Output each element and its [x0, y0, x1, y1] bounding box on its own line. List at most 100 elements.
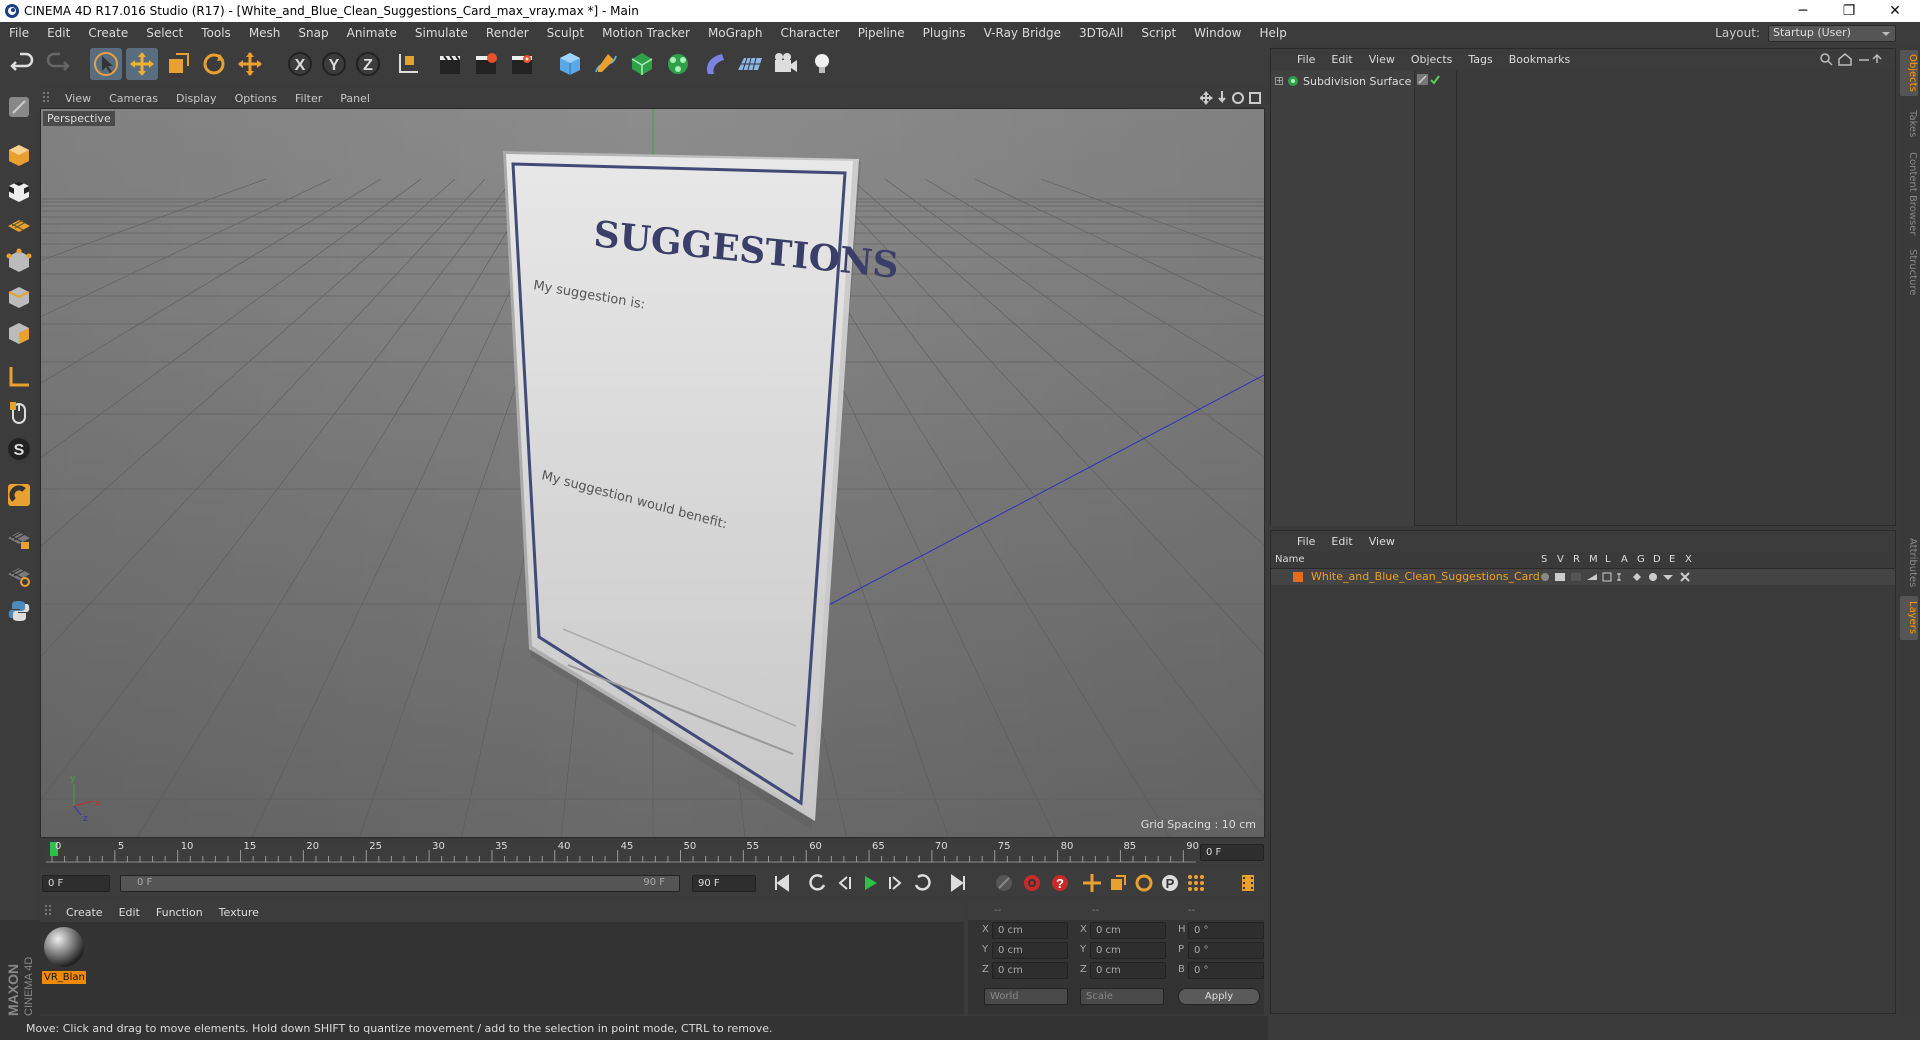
- menu-3dtoall[interactable]: 3DToAll: [1070, 26, 1132, 40]
- menu-animate[interactable]: Animate: [338, 26, 406, 40]
- menu-simulate[interactable]: Simulate: [406, 26, 477, 40]
- keyframe-selection-button[interactable]: ?: [1048, 872, 1072, 894]
- cloner-button[interactable]: [662, 48, 694, 80]
- floor-button[interactable]: [734, 48, 766, 80]
- viewport-menu-filter[interactable]: Filter: [286, 92, 331, 105]
- menu-select[interactable]: Select: [137, 26, 192, 40]
- menu-create[interactable]: Create: [79, 26, 137, 40]
- move-tool-button[interactable]: [126, 48, 158, 80]
- layer-col-e[interactable]: E: [1669, 554, 1675, 565]
- scale-tool-button[interactable]: [162, 48, 194, 80]
- rotate-tool-button[interactable]: [198, 48, 230, 80]
- end-frame-field[interactable]: 90 F: [692, 875, 756, 892]
- texture-mode-button[interactable]: [4, 176, 34, 206]
- menu-window[interactable]: Window: [1185, 26, 1250, 40]
- material-menu-edit[interactable]: Edit: [111, 906, 148, 919]
- menu-help[interactable]: Help: [1250, 26, 1295, 40]
- magnet-tool-button[interactable]: [4, 480, 34, 510]
- objects-menu-tags[interactable]: Tags: [1460, 53, 1500, 66]
- cube-object-button[interactable]: [554, 48, 586, 80]
- layers-menu-edit[interactable]: Edit: [1323, 535, 1360, 548]
- viewport-menu-options[interactable]: Options: [226, 92, 286, 105]
- camera-button[interactable]: [770, 48, 802, 80]
- objects-menu-view[interactable]: View: [1361, 53, 1403, 66]
- transform-tool-button[interactable]: [234, 48, 266, 80]
- side-tab-takes[interactable]: Takes: [1900, 104, 1918, 144]
- viewport-menu-panel[interactable]: Panel: [331, 92, 379, 105]
- objects-menu-edit[interactable]: Edit: [1323, 53, 1360, 66]
- menu-render[interactable]: Render: [477, 26, 538, 40]
- frame-range-slider[interactable]: 0 F 90 F: [120, 875, 680, 892]
- x-axis-lock-button[interactable]: X: [284, 48, 316, 80]
- perspective-viewport[interactable]: SUGGESTIONS My suggestion is: My suggest…: [40, 108, 1265, 838]
- layer-flag-icons[interactable]: [1541, 572, 1701, 582]
- material-menu-function[interactable]: Function: [148, 906, 211, 919]
- layer-col-v[interactable]: V: [1557, 554, 1564, 565]
- play-button[interactable]: [858, 872, 882, 894]
- live-selection-button[interactable]: [90, 48, 122, 80]
- object-visibility-icons[interactable]: [1417, 74, 1451, 86]
- y-axis-lock-button[interactable]: Y: [318, 48, 350, 80]
- python-button[interactable]: [4, 596, 34, 626]
- minimize-button[interactable]: ─: [1780, 0, 1826, 22]
- menu-character[interactable]: Character: [771, 26, 848, 40]
- start-frame-field[interactable]: 0 F: [42, 875, 110, 892]
- planar-workplane-button[interactable]: [4, 560, 34, 590]
- polygons-mode-button[interactable]: [4, 318, 34, 348]
- viewport-nav-icons[interactable]: [1200, 91, 1264, 105]
- z-axis-lock-button[interactable]: Z: [352, 48, 384, 80]
- menu-mesh[interactable]: Mesh: [240, 26, 290, 40]
- timeline-ruler[interactable]: 0 5 10 15 20 25 30 35 40 45 50 55 60 65 70 75 80 85 90 0 F: [46, 841, 1266, 864]
- viewport-scene[interactable]: SUGGESTIONS My suggestion is: My suggest…: [41, 109, 1265, 838]
- objects-menu-objects[interactable]: Objects: [1403, 53, 1461, 66]
- position-x-field[interactable]: 0 cm: [992, 922, 1068, 939]
- material-swatch[interactable]: VR_Blan: [42, 926, 86, 984]
- object-row-subdivision[interactable]: + Subdivision Surface: [1275, 73, 1411, 89]
- material-menu-create[interactable]: Create: [58, 906, 111, 919]
- go-to-end-button[interactable]: [946, 872, 970, 894]
- key-position-button[interactable]: [1080, 872, 1104, 894]
- autokey-button[interactable]: [1020, 872, 1044, 894]
- key-rotation-button[interactable]: [1132, 872, 1156, 894]
- points-mode-button[interactable]: [4, 246, 34, 276]
- menu-script[interactable]: Script: [1132, 26, 1185, 40]
- model-mode-button[interactable]: [4, 140, 34, 170]
- layer-col-s[interactable]: S: [1541, 554, 1547, 565]
- menu-edit[interactable]: Edit: [38, 26, 79, 40]
- subdivision-surface-button[interactable]: [626, 48, 658, 80]
- key-parameter-button[interactable]: P: [1158, 872, 1182, 894]
- render-settings-button[interactable]: [506, 48, 538, 80]
- menu-sculpt[interactable]: Sculpt: [538, 26, 593, 40]
- menu-snap[interactable]: Snap: [289, 26, 337, 40]
- position-z-field[interactable]: 0 cm: [992, 962, 1068, 979]
- key-point-level-button[interactable]: [1184, 872, 1208, 894]
- rotation-h-field[interactable]: 0 °: [1188, 922, 1264, 939]
- record-active-objects-button[interactable]: [992, 872, 1016, 894]
- menu-file[interactable]: File: [0, 26, 38, 40]
- expand-toggle-icon[interactable]: +: [1275, 77, 1283, 85]
- side-tab-structure[interactable]: Structure: [1900, 244, 1918, 300]
- coordinate-system-button[interactable]: [392, 48, 424, 80]
- layer-col-l[interactable]: L: [1605, 554, 1611, 565]
- next-frame-button[interactable]: [884, 872, 908, 894]
- render-view-button[interactable]: [434, 48, 466, 80]
- layer-col-g[interactable]: G: [1637, 554, 1645, 565]
- timeline-window-button[interactable]: [1236, 872, 1260, 894]
- pen-spline-button[interactable]: [590, 48, 622, 80]
- objects-menu-bookmarks[interactable]: Bookmarks: [1501, 53, 1578, 66]
- key-scale-button[interactable]: [1106, 872, 1130, 894]
- tweak-mode-button[interactable]: [4, 398, 34, 428]
- side-tab-layers[interactable]: Layers: [1900, 596, 1918, 640]
- rotation-p-field[interactable]: 0 °: [1188, 942, 1264, 959]
- size-mode-dropdown[interactable]: Scale: [1080, 988, 1164, 1005]
- size-y-field[interactable]: 0 cm: [1090, 942, 1166, 959]
- layer-color-swatch[interactable]: [1293, 572, 1303, 582]
- menu-mograph[interactable]: MoGraph: [699, 26, 772, 40]
- menu-tools[interactable]: Tools: [192, 26, 240, 40]
- locked-workplane-button[interactable]: [4, 524, 34, 554]
- object-manager-tool-icons[interactable]: [1819, 52, 1889, 66]
- edges-mode-button[interactable]: [4, 282, 34, 312]
- light-button[interactable]: [806, 48, 838, 80]
- viewport-menu-view[interactable]: View: [56, 92, 100, 105]
- layer-col-a[interactable]: A: [1621, 554, 1628, 565]
